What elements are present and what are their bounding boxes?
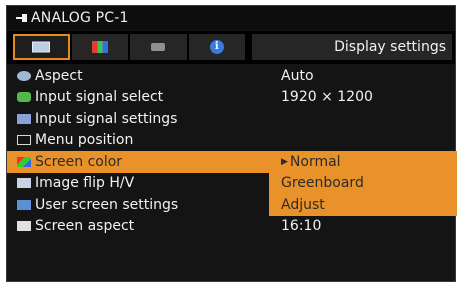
menu-item-value: 16:10 — [281, 218, 322, 235]
plug-icon — [16, 14, 27, 22]
title-bar: ANALOG PC-1 — [7, 6, 455, 30]
menu-item-value: Adjust — [281, 196, 325, 213]
menu-item-label: Menu position — [35, 132, 134, 149]
menu-item-label: Aspect — [35, 67, 83, 84]
menu-row-input-signal-settings[interactable]: Input signal settings — [7, 108, 455, 130]
input-source-title: ANALOG PC-1 — [31, 10, 129, 26]
option-adjust[interactable]: Adjust — [269, 194, 457, 216]
menu-row-input-signal-select[interactable]: Input signal select 1920 × 1200 — [7, 87, 455, 109]
settings-menu: Aspect Auto Input signal select 1920 × 1… — [7, 65, 457, 238]
user-screen-icon — [17, 199, 31, 210]
screen-icon — [32, 41, 51, 53]
setup-icon — [151, 43, 166, 51]
menu-row-user-screen-settings[interactable]: User screen settings Adjust — [7, 194, 457, 216]
tab-picture[interactable] — [71, 34, 128, 60]
signal-icon — [17, 92, 31, 103]
tab-info[interactable]: i — [188, 34, 245, 60]
menu-item-value: Auto — [281, 67, 314, 84]
caret-icon: ▶ — [281, 156, 288, 167]
menu-item-label: Input signal settings — [35, 110, 178, 127]
menu-row-screen-color[interactable]: Screen color ▶ Normal — [7, 151, 457, 173]
color-bars-icon — [91, 41, 108, 53]
option-normal[interactable]: ▶ Normal — [269, 151, 457, 173]
menu-item-label: Image flip H/V — [35, 175, 135, 192]
page-title: Display settings — [252, 34, 452, 60]
menu-item-value: 1920 × 1200 — [281, 89, 373, 106]
menu-row-image-flip[interactable]: Image flip H/V Greenboard — [7, 172, 457, 194]
menu-item-label: User screen settings — [35, 196, 179, 213]
projector-menu: ANALOG PC-1 i Display settings Aspect Au… — [6, 5, 457, 282]
option-greenboard[interactable]: Greenboard — [269, 172, 457, 194]
info-icon: i — [209, 40, 224, 54]
menu-position-icon — [17, 135, 31, 146]
menu-item-value: Greenboard — [281, 175, 364, 192]
image-flip-icon — [17, 178, 31, 189]
menu-item-label: Input signal select — [35, 89, 164, 106]
tab-display[interactable] — [13, 34, 70, 60]
signal-settings-icon — [17, 113, 31, 124]
aspect-icon — [17, 70, 31, 81]
screen-color-icon — [17, 156, 31, 167]
menu-item-label: Screen color — [35, 153, 123, 170]
menu-tabs: i — [13, 34, 245, 60]
menu-row-screen-aspect[interactable]: Screen aspect 16:10 — [7, 216, 455, 238]
menu-row-aspect[interactable]: Aspect Auto — [7, 65, 455, 87]
screen-aspect-icon — [17, 221, 31, 232]
tab-setup[interactable] — [130, 34, 187, 60]
menu-item-value: Normal — [289, 153, 341, 170]
menu-row-menu-position[interactable]: Menu position — [7, 130, 455, 152]
menu-item-label: Screen aspect — [35, 218, 135, 235]
tab-row: i Display settings — [7, 31, 455, 64]
